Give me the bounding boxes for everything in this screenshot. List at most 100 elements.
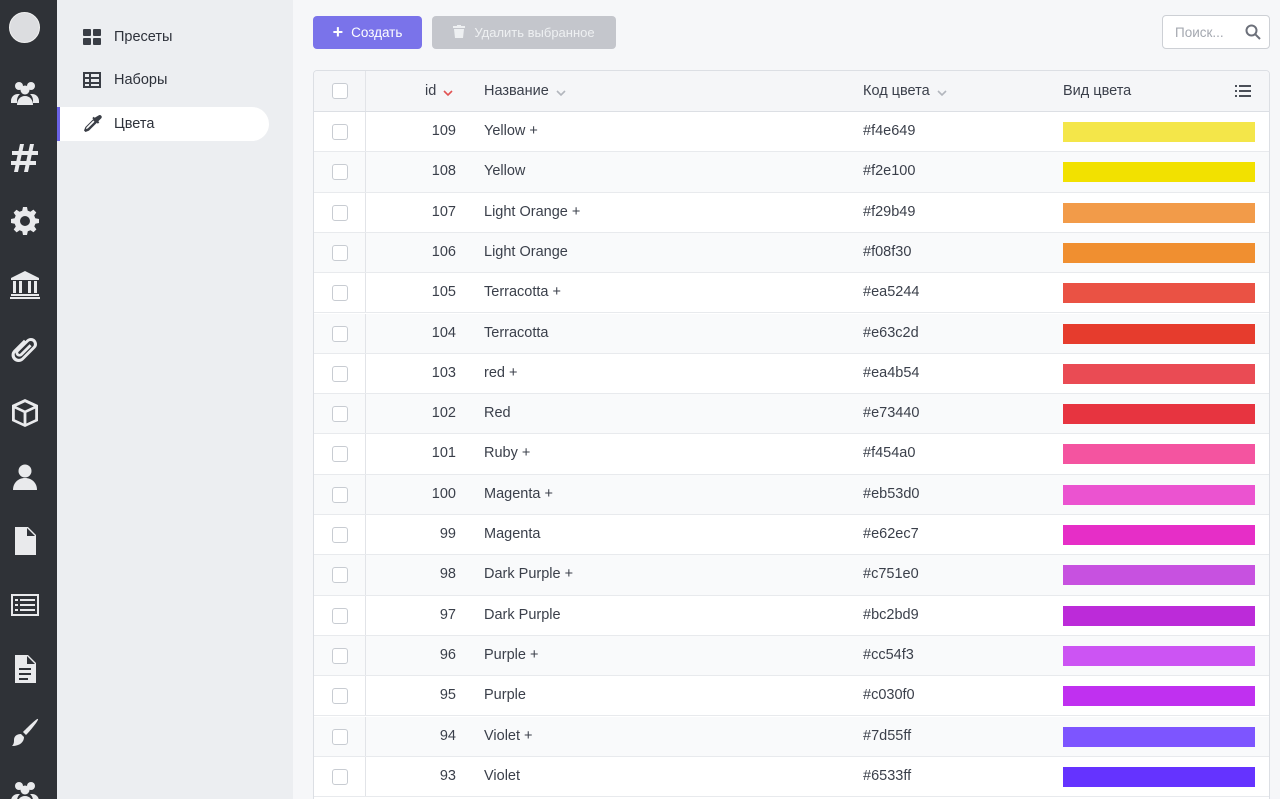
column-header-name[interactable]: Название (484, 83, 566, 99)
table-row[interactable]: 102 Red #e73440 (314, 394, 1269, 435)
paperclip-icon[interactable] (8, 332, 42, 366)
sidebar-item-label: Наборы (114, 72, 168, 88)
table-row[interactable]: 93 Violet #6533ff (314, 756, 1269, 798)
row-checkbox[interactable] (332, 124, 348, 140)
gear-icon[interactable] (8, 204, 42, 238)
delete-selected-button[interactable]: Удалить выбранное (432, 16, 616, 49)
row-checkbox[interactable] (332, 486, 348, 503)
table-icon (81, 69, 103, 91)
row-checkbox[interactable] (332, 244, 348, 261)
color-swatch (1063, 565, 1255, 586)
search-input[interactable] (1175, 24, 1243, 40)
cell-name: Purple (484, 687, 526, 704)
trash-icon (453, 24, 466, 41)
table-row[interactable]: 107 Light Orange + #f29b49 (314, 192, 1269, 233)
row-checkbox[interactable] (332, 325, 348, 342)
select-all-checkbox[interactable] (332, 83, 348, 99)
hashtag-icon[interactable] (8, 140, 42, 174)
users-icon[interactable] (8, 76, 42, 110)
table-row[interactable]: 104 Terracotta #e63c2d (314, 313, 1269, 354)
cell-name: Violet (484, 767, 521, 784)
cell-color-code: #ea4b54 (863, 364, 920, 381)
row-checkbox[interactable] (332, 647, 348, 664)
table-row[interactable]: 97 Dark Purple #bc2bd9 (314, 595, 1269, 636)
cell-color-code: #e62ec7 (863, 526, 919, 542)
color-swatch (1063, 363, 1255, 384)
bank-icon[interactable] (8, 268, 42, 302)
color-swatch (1063, 283, 1255, 304)
cell-id: 95 (439, 687, 456, 704)
cell-name: Light Orange + (484, 203, 581, 220)
cell-color-code: #f29b49 (863, 203, 916, 220)
table-row[interactable]: 99 Magenta #e62ec7 (314, 515, 1269, 556)
table-row[interactable]: 96 Purple + #cc54f3 (314, 635, 1269, 677)
row-checkbox[interactable] (332, 567, 348, 584)
sidebar-item-colors[interactable]: Цвета (57, 107, 269, 141)
cell-id: 102 (431, 405, 456, 422)
row-checkbox[interactable] (332, 728, 348, 745)
row-checkbox[interactable] (332, 406, 348, 423)
list-icon[interactable] (8, 588, 42, 622)
cell-name: Magenta (484, 526, 541, 542)
column-header-preview: Вид цвета (1063, 83, 1131, 99)
table-row[interactable]: 100 Magenta + #eb53d0 (314, 474, 1269, 515)
app-rail (0, 0, 57, 799)
sidebar-item-label: Пресеты (114, 29, 173, 45)
row-checkbox[interactable] (332, 607, 348, 624)
cube-icon[interactable] (8, 396, 42, 430)
grid-icon (81, 26, 103, 48)
row-checkbox[interactable] (332, 768, 348, 785)
row-checkbox[interactable] (332, 527, 348, 543)
cell-color-code: #f4e649 (863, 123, 916, 139)
columns-menu-icon[interactable] (1235, 84, 1251, 98)
table-row[interactable]: 108 Yellow #f2e100 (314, 152, 1269, 193)
sidebar-item-label: Цвета (114, 116, 155, 132)
row-checkbox[interactable] (332, 688, 348, 705)
cell-color-code: #6533ff (863, 767, 912, 784)
row-checkbox[interactable] (332, 164, 348, 181)
color-swatch (1063, 525, 1255, 545)
row-checkbox[interactable] (332, 365, 348, 382)
sidebar-item-sets[interactable]: Наборы (57, 63, 269, 97)
cell-name: Dark Purple (484, 606, 561, 623)
users-icon[interactable] (8, 776, 42, 799)
table-row[interactable]: 94 Violet + #7d55ff (314, 716, 1269, 757)
cell-id: 99 (439, 526, 456, 542)
row-checkbox[interactable] (332, 446, 348, 463)
file-icon[interactable] (8, 524, 42, 558)
table-row[interactable]: 109 Yellow + #f4e649 (314, 112, 1269, 153)
search-icon[interactable] (1245, 24, 1261, 40)
colors-table: id Название Код цвета Вид цвета 109 Yello… (313, 70, 1270, 799)
color-swatch (1063, 122, 1255, 142)
table-row[interactable]: 98 Dark Purple + #c751e0 (314, 555, 1269, 596)
user-icon[interactable] (8, 460, 42, 494)
table-row[interactable]: 106 Light Orange #f08f30 (314, 232, 1269, 274)
sidebar-item-presets[interactable]: Пресеты (57, 20, 269, 54)
table-row[interactable]: 103 red + #ea4b54 (314, 353, 1269, 395)
color-swatch (1063, 242, 1255, 263)
avatar[interactable] (9, 12, 40, 43)
cell-id: 108 (431, 163, 456, 180)
row-checkbox[interactable] (332, 204, 348, 221)
row-checkbox[interactable] (332, 285, 348, 302)
cell-name: Yellow + (484, 123, 538, 139)
cell-color-code: #c030f0 (863, 687, 915, 704)
cell-name: Terracotta (484, 324, 549, 341)
cell-name: Purple + (484, 646, 539, 663)
cell-id: 98 (439, 566, 456, 583)
file-text-icon[interactable] (8, 652, 42, 686)
cell-id: 105 (431, 284, 456, 301)
table-row[interactable]: 101 Ruby + #f454a0 (314, 434, 1269, 475)
color-swatch (1063, 162, 1255, 183)
color-swatch (1063, 444, 1255, 465)
column-header-id[interactable]: id (425, 83, 453, 99)
create-button[interactable]: + Создать (313, 16, 422, 49)
column-header-code[interactable]: Код цвета (863, 83, 947, 99)
color-swatch (1063, 202, 1255, 223)
table-row[interactable]: 105 Terracotta + #ea5244 (314, 273, 1269, 314)
cell-name: red + (484, 364, 518, 381)
table-row[interactable]: 95 Purple #c030f0 (314, 676, 1269, 717)
paintbrush-icon[interactable] (8, 716, 42, 750)
cell-id: 103 (431, 364, 456, 381)
cell-name: Terracotta + (484, 284, 561, 301)
